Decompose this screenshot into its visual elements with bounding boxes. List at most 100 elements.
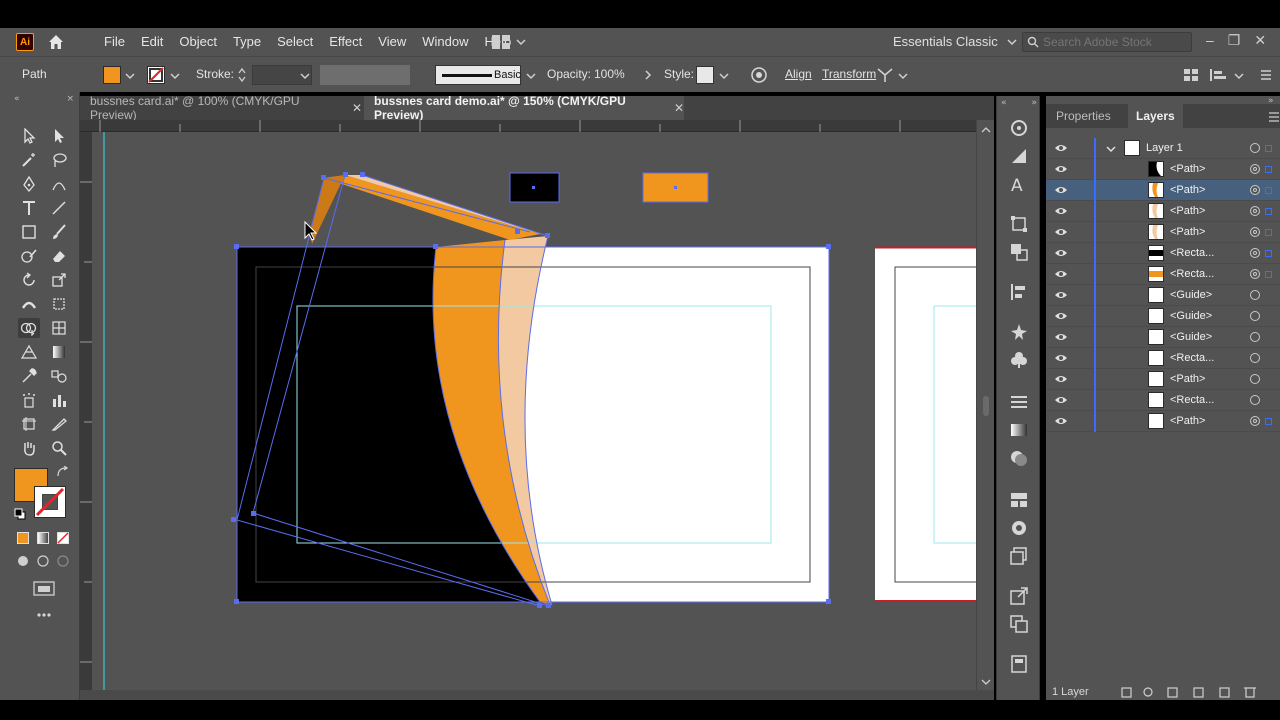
chevron-down-icon[interactable]	[719, 72, 729, 80]
layer-item-name[interactable]: <Path>	[1170, 226, 1205, 238]
selected-art-indicator[interactable]	[1265, 187, 1272, 194]
menu-icon[interactable]	[1260, 69, 1272, 81]
draw-modes-icon[interactable]	[16, 554, 72, 568]
search-input[interactable]	[1043, 35, 1183, 49]
menu-edit[interactable]: Edit	[133, 34, 171, 49]
none-mode-icon[interactable]	[57, 532, 69, 544]
layer-item-row[interactable]: <Guide>	[1046, 285, 1280, 306]
layer-item-name[interactable]: <Recta...	[1170, 247, 1214, 259]
arrange-documents-button[interactable]	[492, 34, 528, 50]
visibility-eye-icon[interactable]	[1054, 353, 1068, 363]
selected-art-indicator[interactable]	[1265, 271, 1272, 278]
layer-item-name[interactable]: <Path>	[1170, 205, 1205, 217]
scale-tool-icon[interactable]	[48, 270, 70, 290]
target-icon[interactable]	[1250, 269, 1260, 279]
chevron-down-icon[interactable]	[898, 72, 908, 80]
magic-wand-tool-icon[interactable]	[18, 150, 40, 170]
visibility-eye-icon[interactable]	[1054, 416, 1068, 426]
visibility-eye-icon[interactable]	[1054, 311, 1068, 321]
restore-icon[interactable]: ❐	[1228, 32, 1241, 49]
chevron-down-icon[interactable]	[170, 72, 180, 80]
transform-link[interactable]: Transform	[822, 67, 876, 81]
transparency-icon[interactable]	[1009, 448, 1029, 468]
menu-object[interactable]: Object	[171, 34, 225, 49]
close-icon[interactable]: ✕	[674, 101, 684, 115]
pen-tool-icon[interactable]	[18, 174, 40, 194]
shape-builder-tool-icon[interactable]	[18, 318, 40, 338]
paintbrush-tool-icon[interactable]	[48, 222, 70, 242]
vertical-ruler[interactable]	[80, 132, 92, 692]
canvas[interactable]	[92, 132, 976, 692]
layer-item-row[interactable]: <Recta...	[1046, 390, 1280, 411]
collapse-icon[interactable]: «×	[14, 94, 74, 102]
tab-document-1[interactable]: bussnes card.ai* @ 100% (CMYK/GPU Previe…	[80, 94, 362, 122]
target-icon[interactable]	[1250, 332, 1260, 342]
swatches-icon[interactable]	[1009, 146, 1029, 166]
width-tool-icon[interactable]	[18, 294, 40, 314]
visibility-eye-icon[interactable]	[1054, 143, 1068, 153]
menu-view[interactable]: View	[370, 34, 414, 49]
selected-art-indicator[interactable]	[1265, 208, 1272, 215]
type-tool-icon[interactable]	[18, 198, 40, 218]
selected-art-indicator[interactable]	[1265, 418, 1272, 425]
target-icon[interactable]	[1250, 164, 1260, 174]
artwork[interactable]	[92, 132, 976, 692]
minimize-icon[interactable]: –	[1206, 32, 1214, 49]
stroke-panel-icon[interactable]	[1009, 392, 1029, 412]
layer-item-row[interactable]: <Guide>	[1046, 306, 1280, 327]
layer-item-name[interactable]: <Recta...	[1170, 394, 1214, 406]
layer-item-name[interactable]: <Guide>	[1170, 331, 1212, 343]
artboards-icon[interactable]	[1009, 614, 1029, 634]
target-icon[interactable]	[1250, 311, 1260, 321]
selected-art-indicator[interactable]	[1265, 250, 1272, 257]
chevron-down-icon[interactable]	[1234, 72, 1244, 80]
layer-item-row[interactable]: <Recta...	[1046, 264, 1280, 285]
target-icon[interactable]	[1250, 185, 1260, 195]
layer-item-row[interactable]: <Guide>	[1046, 327, 1280, 348]
layer-item-name[interactable]: <Guide>	[1170, 289, 1212, 301]
brush-definition[interactable]: Basic	[435, 65, 521, 85]
visibility-eye-icon[interactable]	[1054, 290, 1068, 300]
color-guide-icon[interactable]	[1009, 118, 1029, 138]
lasso-tool-icon[interactable]	[48, 150, 70, 170]
rotated-shadow[interactable]	[310, 175, 345, 244]
menu-effect[interactable]: Effect	[321, 34, 370, 49]
character-icon[interactable]: A	[1009, 174, 1029, 194]
tab-properties[interactable]: Properties	[1048, 104, 1119, 128]
stroke-color-swatch[interactable]	[34, 486, 66, 518]
layer-item-row[interactable]: <Recta...	[1046, 243, 1280, 264]
rectangle-tool-icon[interactable]	[18, 222, 40, 242]
menu-type[interactable]: Type	[225, 34, 269, 49]
align-icon[interactable]	[1210, 69, 1226, 81]
visibility-eye-icon[interactable]	[1054, 248, 1068, 258]
visibility-eye-icon[interactable]	[1054, 227, 1068, 237]
artboard-tool-icon[interactable]	[18, 414, 40, 434]
layer-name[interactable]: Layer 1	[1146, 142, 1183, 154]
chevron-down-icon[interactable]	[1106, 145, 1116, 153]
selected-art-indicator[interactable]	[1265, 166, 1272, 173]
vertical-scrollbar[interactable]	[976, 120, 994, 692]
layer-item-name[interactable]: <Recta...	[1170, 352, 1214, 364]
panel-menu-icon[interactable]	[1268, 112, 1280, 122]
screen-mode-icon[interactable]	[32, 580, 56, 598]
stepper-icon[interactable]	[237, 67, 247, 83]
visibility-eye-icon[interactable]	[1054, 164, 1068, 174]
target-icon[interactable]	[1250, 206, 1260, 216]
column-graph-tool-icon[interactable]	[48, 390, 70, 410]
appearance-icon[interactable]	[1009, 490, 1029, 510]
tab-layers[interactable]: Layers	[1128, 104, 1183, 128]
target-icon[interactable]	[1250, 353, 1260, 363]
target-icon[interactable]	[1250, 374, 1260, 384]
selected-art-indicator[interactable]	[1265, 145, 1272, 152]
layer-item-name[interactable]: <Guide>	[1170, 310, 1212, 322]
graphic-style-swatch[interactable]	[696, 66, 714, 84]
perspective-grid-tool-icon[interactable]	[18, 342, 40, 362]
opacity-field[interactable]: 100%	[590, 65, 640, 85]
menu-select[interactable]: Select	[269, 34, 321, 49]
chevron-down-icon[interactable]	[526, 72, 536, 80]
target-icon[interactable]	[1250, 227, 1260, 237]
recolor-artwork-icon[interactable]	[750, 66, 768, 84]
target-icon[interactable]	[1250, 416, 1260, 426]
eyedropper-tool-icon[interactable]	[18, 366, 40, 386]
visibility-eye-icon[interactable]	[1054, 332, 1068, 342]
